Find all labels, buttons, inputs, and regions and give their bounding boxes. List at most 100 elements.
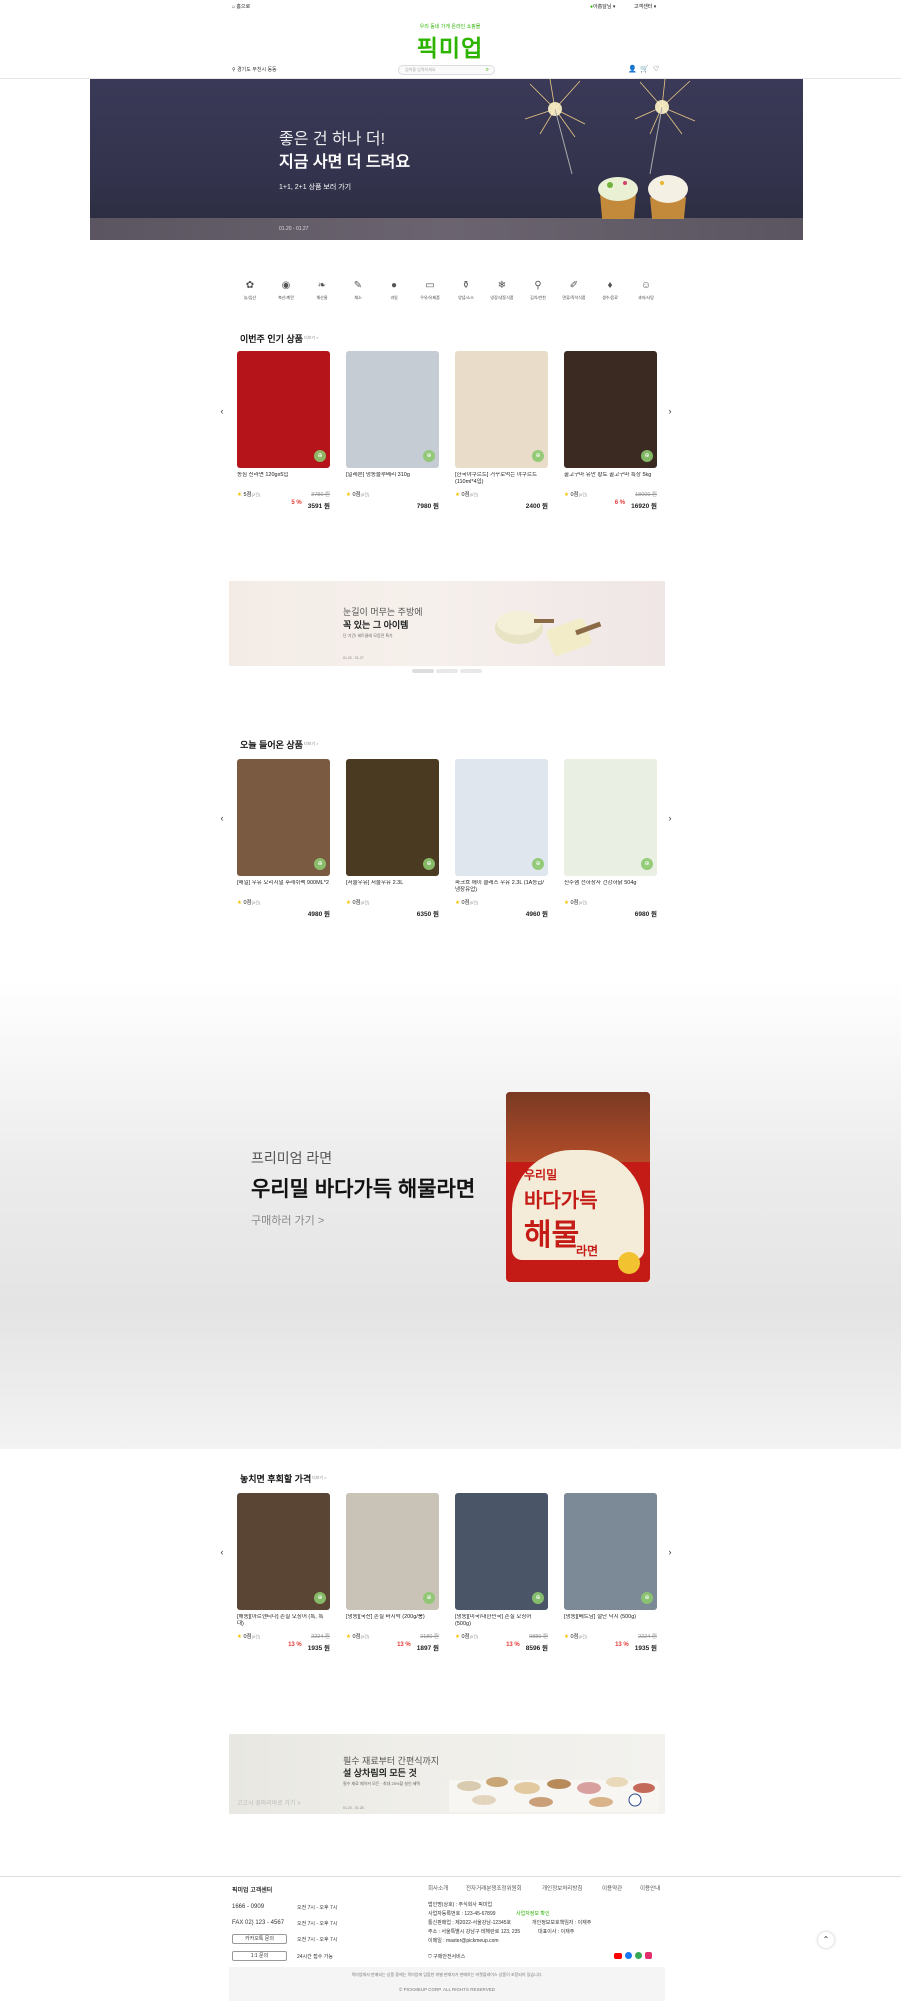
category-item[interactable]: ⚲ 김치/반찬 <box>518 280 558 301</box>
product-image[interactable]: ⊕ <box>564 1493 657 1610</box>
category-item[interactable]: ❧ 해산물 <box>302 280 342 301</box>
category-item[interactable]: ⚱ 양념/소스 <box>446 280 486 301</box>
cart-add-icon[interactable]: ⊕ <box>314 1592 326 1604</box>
footer-nav-dispute[interactable]: 전자거래분쟁조정위원회 <box>466 1884 522 1892</box>
product-image[interactable]: ⊕ <box>237 1493 330 1610</box>
promo-section-ramen[interactable]: 프리미엄 라면 우리밀 바다가득 해물라면 구매하러 가기 > 우리밀 바다가득… <box>0 979 901 1449</box>
product-card[interactable]: ⊕ 파크흐 에이 클래스 우유 2.3L (1A등급/냉장유업) ★ 0점(0건) 4… <box>455 759 548 918</box>
promo-banner-seollal[interactable]: 필수 재료부터 간편식까지 설 상차림의 모든 것 필수 재료 메이커 모든 ·… <box>229 1734 665 1814</box>
product-image[interactable]: ⊕ <box>237 351 330 468</box>
product-name[interactable]: 진주햄 천하장사 건강하닭 504g <box>564 880 657 896</box>
cart-add-icon[interactable]: ⊕ <box>423 858 435 870</box>
user-menu[interactable]: ●아홉달님 ▾ <box>590 3 615 10</box>
product-name[interactable]: 농심 신라면 120gx5입 <box>237 472 330 488</box>
category-item[interactable]: ▭ 우유/유제품 <box>410 280 450 301</box>
product-card[interactable]: ⊕ [해동][아르헨티나] 손질 오징어 (특, 특대) ★ 0점(0건) 2224 … <box>237 1493 330 1652</box>
logo[interactable]: 픽미업 <box>400 29 500 63</box>
product-name[interactable]: [일레븐] 냉동블루베리 310g <box>346 472 439 488</box>
category-item[interactable]: ♦ 생수/음료 <box>590 280 630 301</box>
product-image[interactable]: ⊕ <box>346 759 439 876</box>
heart-icon[interactable]: ♡ <box>653 65 659 73</box>
search-input[interactable]: 검색을 입력하세요 ⌕ <box>398 65 495 75</box>
product-card[interactable]: ⊕ [냉동][미국/대한민국] 손질 오징어 (500g) ★ 0점(0건) 9880… <box>455 1493 548 1652</box>
qna-button[interactable]: 1:1 문의 <box>232 1951 287 1961</box>
product-image[interactable]: ⊕ <box>455 1493 548 1610</box>
carousel-next-popular[interactable]: › <box>665 406 675 416</box>
footer-nav-privacy[interactable]: 개인정보처리방침 <box>542 1884 582 1892</box>
cart-add-icon[interactable]: ⊕ <box>314 450 326 462</box>
product-name[interactable]: [서울우유] 서울우유 2.3L <box>346 880 439 896</box>
google-icon[interactable] <box>635 1952 642 1959</box>
cart-add-icon[interactable]: ⊕ <box>314 858 326 870</box>
product-name[interactable]: [해동][아르헨티나] 손질 오징어 (특, 특대) <box>237 1614 330 1630</box>
product-image[interactable]: ⊕ <box>455 351 548 468</box>
cart-add-icon[interactable]: ⊕ <box>641 1592 653 1604</box>
scroll-top-button[interactable]: ⌃ <box>818 1932 834 1948</box>
product-card[interactable]: ⊕ [냉동][국산] 손질 바지락 (200g/봉) ★ 0점(0건) 2180 원 1… <box>346 1493 439 1652</box>
banner1-pagination[interactable] <box>412 669 482 675</box>
carousel-prev-miss[interactable]: ‹ <box>217 1547 227 1557</box>
product-card[interactable]: ⊕ 농심 신라면 120gx5입 ★ 5점(2건) 3780 원 5 % 3591 원 <box>237 351 330 510</box>
product-card[interactable]: ⊕ [한국야쿠르트] 거꾸로먹는 야쿠르트(110ml*4입) ★ 0점(0건) 24… <box>455 351 548 510</box>
footer-nav-guide[interactable]: 이용안내 <box>640 1884 660 1892</box>
hero-link[interactable]: 1+1, 2+1 상품 보러 가기 <box>279 182 351 192</box>
carousel-prev-today[interactable]: ‹ <box>217 813 227 823</box>
facebook-icon[interactable] <box>625 1952 632 1959</box>
product-card[interactable]: ⊕ 진주햄 천하장사 건강하닭 504g ★ 0점(0건) 6980 원 <box>564 759 657 918</box>
product-name[interactable]: [냉동][미국/대한민국] 손질 오징어 (500g) <box>455 1614 548 1630</box>
more-link-miss[interactable]: 더보기 > <box>312 1475 327 1481</box>
product-name[interactable]: [냉동][국산] 손질 바지락 (200g/봉) <box>346 1614 439 1630</box>
cart-add-icon[interactable]: ⊕ <box>532 858 544 870</box>
product-image[interactable]: ⊕ <box>455 759 548 876</box>
product-card[interactable]: ⊕ [냉동][베트남] 절단 낙지 (500g) ★ 0점(0건) 2224 원 13 … <box>564 1493 657 1652</box>
product-image[interactable]: ⊕ <box>237 759 330 876</box>
category-item[interactable]: ✿ 농/임산 <box>230 280 270 301</box>
product-card[interactable]: ⊕ [서울우유] 서울우유 2.3L ★ 0점(0건) 6350 원 <box>346 759 439 918</box>
product-image[interactable]: ⊕ <box>346 1493 439 1610</box>
category-item[interactable]: ◉ 축산/계란 <box>266 280 306 301</box>
footer-nav-about[interactable]: 회사소개 <box>428 1884 448 1892</box>
pagination-dot[interactable] <box>436 669 458 673</box>
kakao-button[interactable]: 카카오톡 문의 <box>232 1934 287 1944</box>
product-name[interactable]: 파크흐 에이 클래스 우유 2.3L (1A등급/냉장유업) <box>455 880 548 896</box>
hero-banner[interactable]: 좋은 건 하나 더! 지금 사면 더 드려요 1+1, 2+1 상품 보러 가기… <box>90 79 803 240</box>
carousel-next-miss[interactable]: › <box>665 1547 675 1557</box>
support-menu[interactable]: 고객센터 ▾ <box>634 3 656 10</box>
account-icon[interactable]: 👤 <box>628 65 637 73</box>
cart-add-icon[interactable]: ⊕ <box>641 450 653 462</box>
category-item[interactable]: ❄ 냉장/냉동식품 <box>482 280 522 301</box>
product-image[interactable]: ⊕ <box>346 351 439 468</box>
category-item[interactable]: ☺ 과자/사탕 <box>626 280 666 301</box>
location-selector[interactable]: ⚲ 경기도 부천시 동동 <box>232 66 277 73</box>
product-name[interactable]: [매일] 우유 오리지널 후레쉬팩 900ML*2 <box>237 880 330 896</box>
cart-icon[interactable]: 🛒 <box>640 65 649 73</box>
more-link-today[interactable]: 더보기 > <box>304 741 319 747</box>
product-image[interactable]: ⊕ <box>564 759 657 876</box>
instagram-icon[interactable] <box>645 1952 652 1959</box>
category-item[interactable]: ✎ 채소 <box>338 280 378 301</box>
cart-add-icon[interactable]: ⊕ <box>641 858 653 870</box>
pagination-dot[interactable] <box>460 669 482 673</box>
cart-add-icon[interactable]: ⊕ <box>423 1592 435 1604</box>
product-name[interactable]: [냉동][베트남] 절단 낙지 (500g) <box>564 1614 657 1630</box>
carousel-next-today[interactable]: › <box>665 813 675 823</box>
product-card[interactable]: ⊕ 꿀고구마 유만 황토 꿀고구마 특상 5kg ★ 0점(0건) 18000 원 6 … <box>564 351 657 510</box>
footer-biz-check-link[interactable]: 사업자정보 확인 <box>516 1910 550 1917</box>
pagination-dot[interactable] <box>412 669 434 673</box>
search-icon[interactable]: ⌕ <box>486 66 489 74</box>
carousel-prev-popular[interactable]: ‹ <box>217 406 227 416</box>
product-name[interactable]: 꿀고구마 유만 황토 꿀고구마 특상 5kg <box>564 472 657 488</box>
home-link[interactable]: ⌂ 홈으로 <box>232 3 250 10</box>
promo-link[interactable]: 구매하러 가기 > <box>251 1212 324 1228</box>
promo-banner-kitchen[interactable]: 눈길이 머무는 주방에 꼭 있는 그 아이템 단 기간! 세트클래 모음전 특가… <box>229 581 665 666</box>
cart-add-icon[interactable]: ⊕ <box>532 1592 544 1604</box>
product-image[interactable]: ⊕ <box>564 351 657 468</box>
cart-add-icon[interactable]: ⊕ <box>423 450 435 462</box>
category-item[interactable]: ✐ 면류/즉석식품 <box>554 280 594 301</box>
product-card[interactable]: ⊕ [매일] 우유 오리지널 후레쉬팩 900ML*2 ★ 0점(0건) 4980 원 <box>237 759 330 918</box>
product-card[interactable]: ⊕ [일레븐] 냉동블루베리 310g ★ 0점(0건) 7980 원 <box>346 351 439 510</box>
youtube-icon[interactable] <box>614 1952 622 1959</box>
footer-nav-terms[interactable]: 이용약관 <box>602 1884 622 1892</box>
cart-add-icon[interactable]: ⊕ <box>532 450 544 462</box>
product-name[interactable]: [한국야쿠르트] 거꾸로먹는 야쿠르트(110ml*4입) <box>455 472 548 488</box>
